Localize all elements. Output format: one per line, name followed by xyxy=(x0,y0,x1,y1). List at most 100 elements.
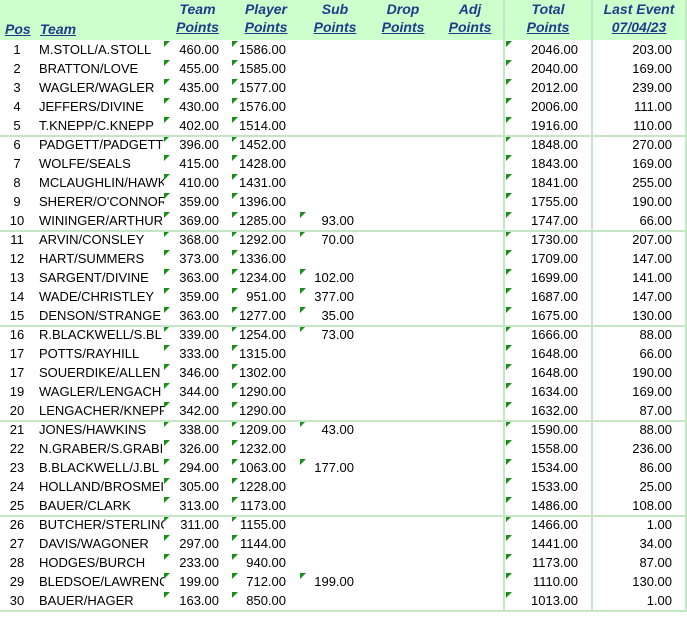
cell-last-event[interactable]: 190.00 xyxy=(592,363,672,382)
comment-indicator-icon[interactable] xyxy=(232,98,238,104)
cell-sub-points[interactable] xyxy=(300,553,354,572)
cell-pos[interactable]: 11 xyxy=(2,230,32,249)
cell-total-points[interactable]: 1755.00 xyxy=(505,192,578,211)
cell-pos[interactable]: 20 xyxy=(2,401,32,420)
comment-indicator-icon[interactable] xyxy=(506,250,512,256)
cell-drop-points[interactable] xyxy=(370,477,426,496)
cell-last-event[interactable]: 130.00 xyxy=(592,572,672,591)
cell-total-points[interactable]: 1648.00 xyxy=(505,344,578,363)
comment-indicator-icon[interactable] xyxy=(164,307,170,313)
cell-team[interactable]: HODGES/BURCH xyxy=(39,553,164,572)
comment-indicator-icon[interactable] xyxy=(506,79,512,85)
cell-adj-points[interactable] xyxy=(440,97,496,116)
comment-indicator-icon[interactable] xyxy=(506,60,512,66)
cell-pos[interactable]: 29 xyxy=(2,572,32,591)
cell-last-event[interactable]: 66.00 xyxy=(592,344,672,363)
header-drop-points[interactable]: Drop Points xyxy=(370,0,436,40)
comment-indicator-icon[interactable] xyxy=(164,288,170,294)
comment-indicator-icon[interactable] xyxy=(232,269,238,275)
cell-pos[interactable]: 9 xyxy=(2,192,32,211)
cell-player-points[interactable]: 1254.00 xyxy=(232,325,286,344)
comment-indicator-icon[interactable] xyxy=(164,117,170,123)
cell-player-points[interactable]: 1585.00 xyxy=(232,59,286,78)
comment-indicator-icon[interactable] xyxy=(164,573,170,579)
cell-adj-points[interactable] xyxy=(440,439,496,458)
cell-player-points[interactable]: 1514.00 xyxy=(232,116,286,135)
cell-pos[interactable]: 17 xyxy=(2,363,32,382)
cell-team-points[interactable]: 410.00 xyxy=(164,173,219,192)
cell-last-event[interactable]: 141.00 xyxy=(592,268,672,287)
comment-indicator-icon[interactable] xyxy=(232,573,238,579)
cell-team[interactable]: HOLLAND/BROSMEI xyxy=(39,477,164,496)
header-last-event[interactable]: Last Event 07/04/23 xyxy=(594,0,684,40)
cell-total-points[interactable]: 1173.00 xyxy=(505,553,578,572)
cell-sub-points[interactable] xyxy=(300,515,354,534)
cell-player-points[interactable]: 1155.00 xyxy=(232,515,286,534)
cell-drop-points[interactable] xyxy=(370,192,426,211)
cell-player-points[interactable]: 1302.00 xyxy=(232,363,286,382)
cell-team[interactable]: LENGACHER/KNEPP xyxy=(39,401,164,420)
cell-sub-points[interactable]: 35.00 xyxy=(300,306,354,325)
table-row[interactable]: 4 JEFFERS/DIVINE 430.00 1576.00 2006.00 111.0… xyxy=(0,97,687,116)
cell-pos[interactable]: 6 xyxy=(2,135,32,154)
cell-team-points[interactable]: 339.00 xyxy=(164,325,219,344)
cell-player-points[interactable]: 1173.00 xyxy=(232,496,286,515)
cell-pos[interactable]: 3 xyxy=(2,78,32,97)
cell-team[interactable]: T.KNEPP/C.KNEPP xyxy=(39,116,164,135)
comment-indicator-icon[interactable] xyxy=(506,307,512,313)
cell-drop-points[interactable] xyxy=(370,230,426,249)
cell-adj-points[interactable] xyxy=(440,477,496,496)
cell-drop-points[interactable] xyxy=(370,401,426,420)
header-sub-points[interactable]: Sub Points xyxy=(302,0,368,40)
cell-last-event[interactable]: 147.00 xyxy=(592,249,672,268)
cell-drop-points[interactable] xyxy=(370,420,426,439)
cell-team-points[interactable]: 415.00 xyxy=(164,154,219,173)
cell-pos[interactable]: 15 xyxy=(2,306,32,325)
cell-team-points[interactable]: 435.00 xyxy=(164,78,219,97)
comment-indicator-icon[interactable] xyxy=(506,193,512,199)
comment-indicator-icon[interactable] xyxy=(232,117,238,123)
cell-team[interactable]: MCLAUGHLIN/HAWK xyxy=(39,173,164,192)
cell-total-points[interactable]: 1013.00 xyxy=(505,591,578,610)
table-row[interactable]: 10 WININGER/ARTHUR 369.00 1285.00 93.00 1747.… xyxy=(0,211,687,230)
cell-last-event[interactable]: 169.00 xyxy=(592,154,672,173)
cell-pos[interactable]: 17 xyxy=(2,344,32,363)
comment-indicator-icon[interactable] xyxy=(232,307,238,313)
cell-last-event[interactable]: 130.00 xyxy=(592,306,672,325)
cell-total-points[interactable]: 1730.00 xyxy=(505,230,578,249)
cell-pos[interactable]: 7 xyxy=(2,154,32,173)
cell-total-points[interactable]: 2040.00 xyxy=(505,59,578,78)
cell-sub-points[interactable]: 102.00 xyxy=(300,268,354,287)
cell-sub-points[interactable] xyxy=(300,382,354,401)
cell-team-points[interactable]: 305.00 xyxy=(164,477,219,496)
table-row[interactable]: 21 JONES/HAWKINS 338.00 1209.00 43.00 1590.00… xyxy=(0,420,687,439)
cell-last-event[interactable]: 110.00 xyxy=(592,116,672,135)
cell-sub-points[interactable]: 73.00 xyxy=(300,325,354,344)
cell-pos[interactable]: 30 xyxy=(2,591,32,610)
comment-indicator-icon[interactable] xyxy=(164,60,170,66)
cell-pos[interactable]: 5 xyxy=(2,116,32,135)
cell-sub-points[interactable] xyxy=(300,477,354,496)
cell-team[interactable]: HART/SUMMERS xyxy=(39,249,164,268)
cell-pos[interactable]: 21 xyxy=(2,420,32,439)
cell-total-points[interactable]: 1648.00 xyxy=(505,363,578,382)
cell-sub-points[interactable]: 70.00 xyxy=(300,230,354,249)
cell-adj-points[interactable] xyxy=(440,382,496,401)
comment-indicator-icon[interactable] xyxy=(300,573,306,579)
cell-drop-points[interactable] xyxy=(370,534,426,553)
cell-player-points[interactable]: 1232.00 xyxy=(232,439,286,458)
comment-indicator-icon[interactable] xyxy=(232,79,238,85)
cell-total-points[interactable]: 2006.00 xyxy=(505,97,578,116)
cell-team-points[interactable]: 163.00 xyxy=(164,591,219,610)
cell-team-points[interactable]: 333.00 xyxy=(164,344,219,363)
comment-indicator-icon[interactable] xyxy=(164,497,170,503)
cell-sub-points[interactable] xyxy=(300,496,354,515)
cell-pos[interactable]: 16 xyxy=(2,325,32,344)
cell-pos[interactable]: 12 xyxy=(2,249,32,268)
cell-drop-points[interactable] xyxy=(370,154,426,173)
comment-indicator-icon[interactable] xyxy=(164,440,170,446)
cell-last-event[interactable]: 169.00 xyxy=(592,382,672,401)
cell-team[interactable]: POTTS/RAYHILL xyxy=(39,344,164,363)
cell-pos[interactable]: 14 xyxy=(2,287,32,306)
cell-sub-points[interactable]: 199.00 xyxy=(300,572,354,591)
